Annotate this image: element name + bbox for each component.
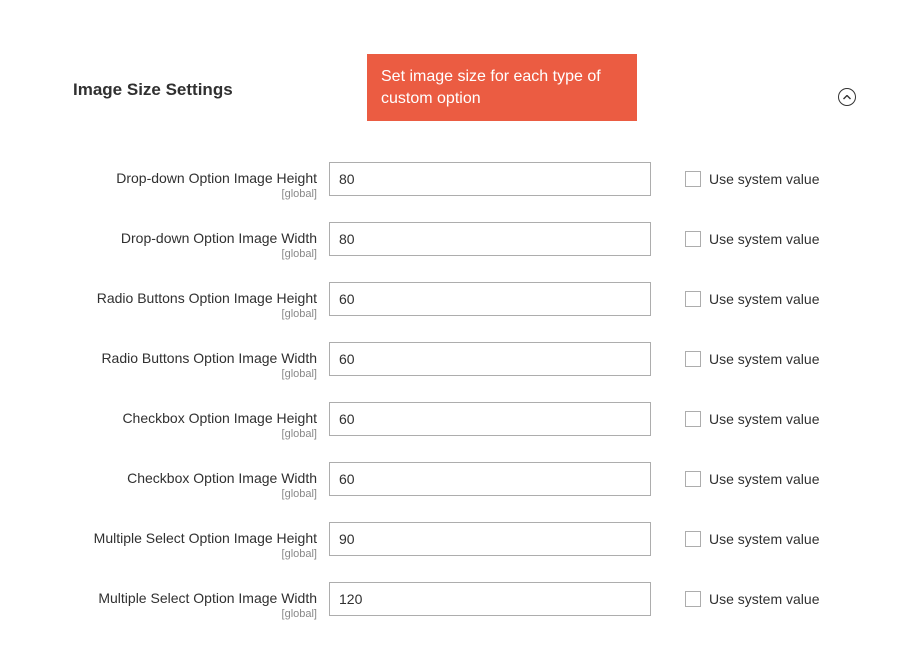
field-row: Radio Buttons Option Image Width [global]… [0, 342, 899, 380]
use-system-col: Use system value [651, 582, 819, 616]
field-label-col: Drop-down Option Image Width [global] [0, 222, 329, 260]
collapse-toggle[interactable] [838, 88, 856, 106]
use-system-label[interactable]: Use system value [709, 411, 819, 427]
use-system-checkbox[interactable] [685, 291, 701, 307]
field-label: Multiple Select Option Image Width [98, 590, 317, 606]
use-system-checkbox[interactable] [685, 411, 701, 427]
field-row: Radio Buttons Option Image Height [global… [0, 282, 899, 320]
chevron-up-icon [843, 95, 851, 100]
use-system-col: Use system value [651, 222, 819, 256]
field-label-col: Multiple Select Option Image Height [glob… [0, 522, 329, 560]
field-scope: [global] [0, 368, 317, 380]
field-row: Multiple Select Option Image Height [glob… [0, 522, 899, 560]
use-system-col: Use system value [651, 342, 819, 376]
field-input[interactable] [329, 462, 651, 496]
fields-container: Drop-down Option Image Height [global] Use… [0, 162, 899, 620]
field-input[interactable] [329, 282, 651, 316]
use-system-checkbox[interactable] [685, 531, 701, 547]
field-input[interactable] [329, 162, 651, 196]
field-row: Drop-down Option Image Width [global] Use … [0, 222, 899, 260]
field-label-col: Radio Buttons Option Image Width [global] [0, 342, 329, 380]
use-system-checkbox[interactable] [685, 351, 701, 367]
use-system-label[interactable]: Use system value [709, 591, 819, 607]
field-scope: [global] [0, 248, 317, 260]
use-system-label[interactable]: Use system value [709, 531, 819, 547]
field-input-col [329, 162, 651, 196]
field-row: Checkbox Option Image Height [global] Use … [0, 402, 899, 440]
use-system-checkbox[interactable] [685, 471, 701, 487]
field-label-col: Radio Buttons Option Image Height [global… [0, 282, 329, 320]
field-row: Multiple Select Option Image Width [globa… [0, 582, 899, 620]
field-label-col: Drop-down Option Image Height [global] [0, 162, 329, 200]
field-input-col [329, 462, 651, 496]
field-scope: [global] [0, 488, 317, 500]
field-input[interactable] [329, 522, 651, 556]
field-label-col: Multiple Select Option Image Width [globa… [0, 582, 329, 620]
field-label: Radio Buttons Option Image Width [101, 350, 317, 366]
use-system-checkbox[interactable] [685, 591, 701, 607]
field-input-col [329, 402, 651, 436]
field-scope: [global] [0, 608, 317, 620]
use-system-checkbox[interactable] [685, 171, 701, 187]
field-label: Multiple Select Option Image Height [94, 530, 317, 546]
field-label: Drop-down Option Image Width [121, 230, 317, 246]
field-row: Checkbox Option Image Width [global] Use s… [0, 462, 899, 500]
field-label-col: Checkbox Option Image Width [global] [0, 462, 329, 500]
field-input-col [329, 582, 651, 616]
field-input[interactable] [329, 222, 651, 256]
use-system-label[interactable]: Use system value [709, 231, 819, 247]
field-input[interactable] [329, 582, 651, 616]
field-label-col: Checkbox Option Image Height [global] [0, 402, 329, 440]
field-label: Drop-down Option Image Height [116, 170, 317, 186]
field-scope: [global] [0, 548, 317, 560]
field-input-col [329, 522, 651, 556]
field-input-col [329, 222, 651, 256]
section-title: Image Size Settings [73, 80, 233, 100]
field-scope: [global] [0, 428, 317, 440]
field-label: Checkbox Option Image Height [122, 410, 317, 426]
use-system-label[interactable]: Use system value [709, 171, 819, 187]
use-system-label[interactable]: Use system value [709, 471, 819, 487]
info-banner: Set image size for each type of custom o… [367, 54, 637, 121]
field-label: Checkbox Option Image Width [127, 470, 317, 486]
use-system-label[interactable]: Use system value [709, 351, 819, 367]
use-system-col: Use system value [651, 522, 819, 556]
use-system-col: Use system value [651, 162, 819, 196]
field-input-col [329, 342, 651, 376]
use-system-checkbox[interactable] [685, 231, 701, 247]
field-input-col [329, 282, 651, 316]
use-system-label[interactable]: Use system value [709, 291, 819, 307]
use-system-col: Use system value [651, 402, 819, 436]
use-system-col: Use system value [651, 282, 819, 316]
field-input[interactable] [329, 342, 651, 376]
field-input[interactable] [329, 402, 651, 436]
field-scope: [global] [0, 308, 317, 320]
use-system-col: Use system value [651, 462, 819, 496]
field-label: Radio Buttons Option Image Height [97, 290, 317, 306]
field-scope: [global] [0, 188, 317, 200]
field-row: Drop-down Option Image Height [global] Use… [0, 162, 899, 200]
